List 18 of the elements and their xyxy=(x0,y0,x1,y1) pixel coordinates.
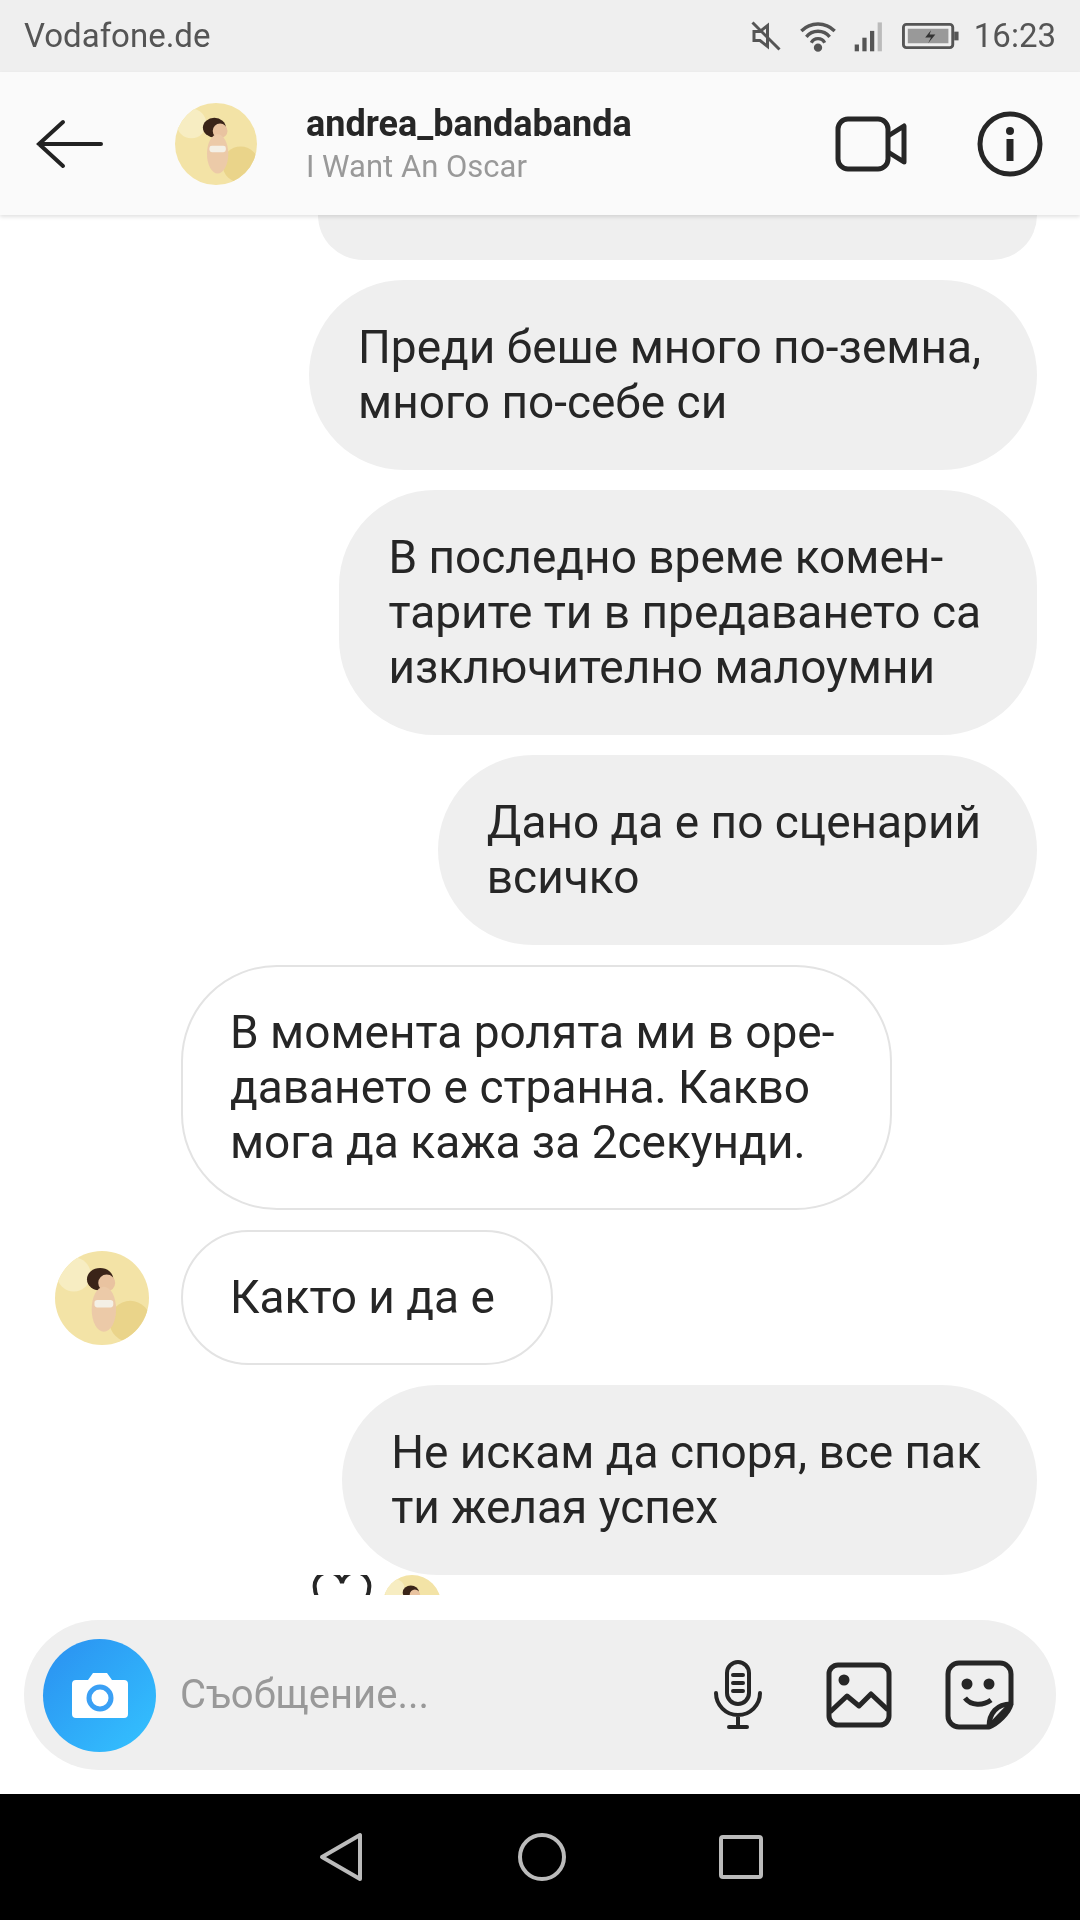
username: andrea_bandabanda xyxy=(306,101,632,147)
message-input[interactable]: Съобщение... xyxy=(180,1665,690,1725)
clock-time: 16:23 xyxy=(973,15,1056,58)
recents-nav-button[interactable] xyxy=(718,1834,764,1880)
sticker-button[interactable] xyxy=(944,1659,1016,1731)
received-message: Както и да е xyxy=(181,1230,553,1365)
camera-icon xyxy=(69,1670,130,1720)
received-message: В момента ролята ми в оре- даването е странна. Какво мога да кажа за 2секунди. xyxy=(181,965,893,1210)
sent-message: Преди беше много по-земна, много по-себе си xyxy=(309,280,1037,470)
battery-icon xyxy=(901,21,960,51)
home-nav-button[interactable] xyxy=(516,1831,568,1883)
sent-message: Не искам да споря, все пак ти желая успех xyxy=(342,1385,1037,1575)
info-button[interactable] xyxy=(976,109,1044,178)
gallery-button[interactable] xyxy=(824,1660,894,1730)
sent-message: В последно време комен- тарите ти в предаването са изключително малоумни xyxy=(339,490,1037,735)
status-subtitle: I Want An Oscar xyxy=(306,146,528,187)
carrier-name: Vodafone.de xyxy=(24,15,211,58)
sent-message: Дано да е по сценарий всичко xyxy=(437,755,1037,945)
